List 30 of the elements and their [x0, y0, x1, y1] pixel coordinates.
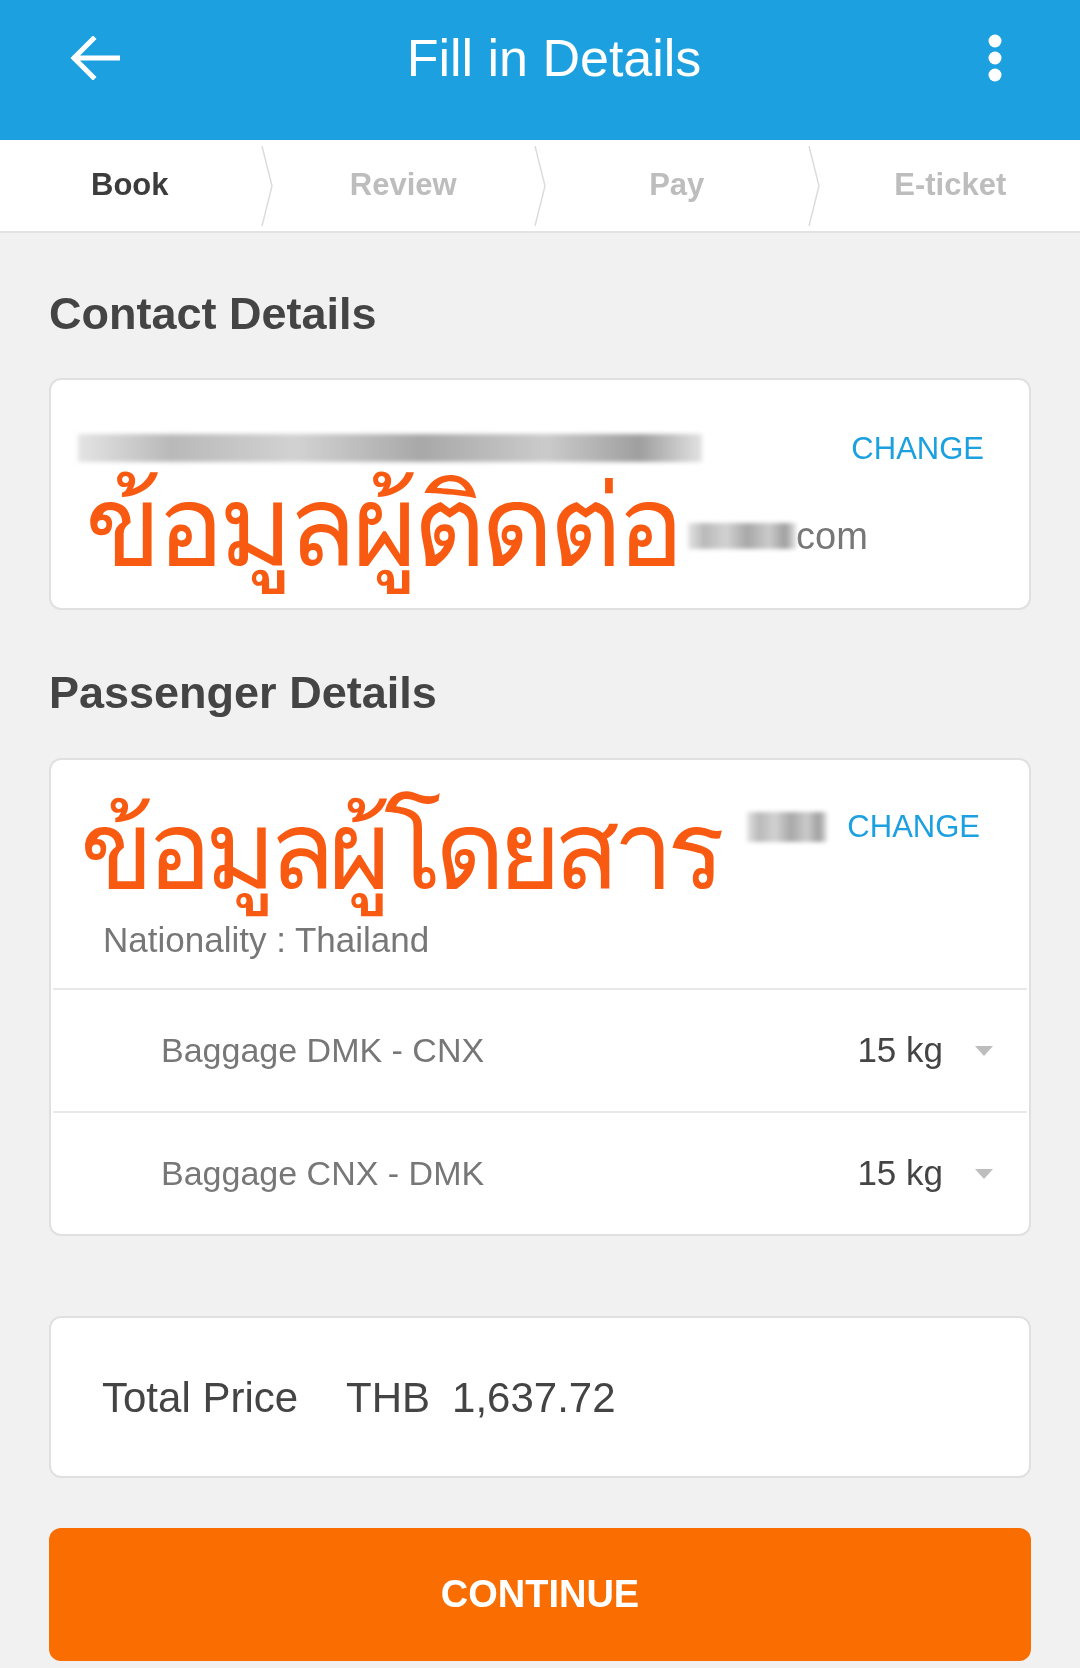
step-label: Review: [349, 166, 457, 205]
handwritten-annotation: ข้อมูลผู้ติดต่อ: [85, 470, 679, 598]
step-label: Pay: [649, 166, 705, 205]
baggage-label: Baggage CNX - DMK: [161, 1153, 486, 1194]
total-price-label: Total Price: [102, 1372, 299, 1423]
step-label: E-ticket: [894, 166, 1007, 205]
email-text: com: [796, 517, 868, 555]
change-link[interactable]: CHANGE: [851, 432, 984, 464]
nationality-text: Nationality : Thailand: [103, 920, 430, 959]
currency-code: THB: [346, 1372, 431, 1423]
change-link[interactable]: CHANGE: [847, 811, 980, 842]
dropdown-caret-icon: [975, 1168, 993, 1179]
section-heading: Passenger Details: [49, 666, 438, 719]
baggage-dropdown[interactable]: Baggage CNX - DMK 15 kg: [53, 1111, 1027, 1234]
back-arrow-icon[interactable]: [70, 36, 120, 80]
step-chevron-icon: [259, 145, 274, 226]
baggage-dropdown[interactable]: Baggage DMK - CNX 15 kg: [53, 988, 1027, 1111]
price-amount: 1,637.72: [452, 1372, 616, 1423]
screen-title: Fill in Details: [406, 32, 702, 84]
step-chevron-icon: [806, 145, 821, 226]
dropdown-caret-icon: [975, 1045, 993, 1056]
step-label: Book: [91, 166, 169, 205]
baggage-weight: 15 kg: [857, 1029, 943, 1072]
handwritten-annotation: ข้อมูลผู้โดยสาร: [80, 788, 718, 917]
step-chevron-icon: [533, 145, 547, 226]
more-options-icon[interactable]: [988, 34, 1002, 82]
baggage-label: Baggage DMK - CNX: [161, 1030, 486, 1071]
section-heading: Contact Details: [49, 287, 378, 340]
baggage-weight: 15 kg: [857, 1152, 943, 1195]
continue-button[interactable]: CONTINUE: [49, 1528, 1031, 1661]
